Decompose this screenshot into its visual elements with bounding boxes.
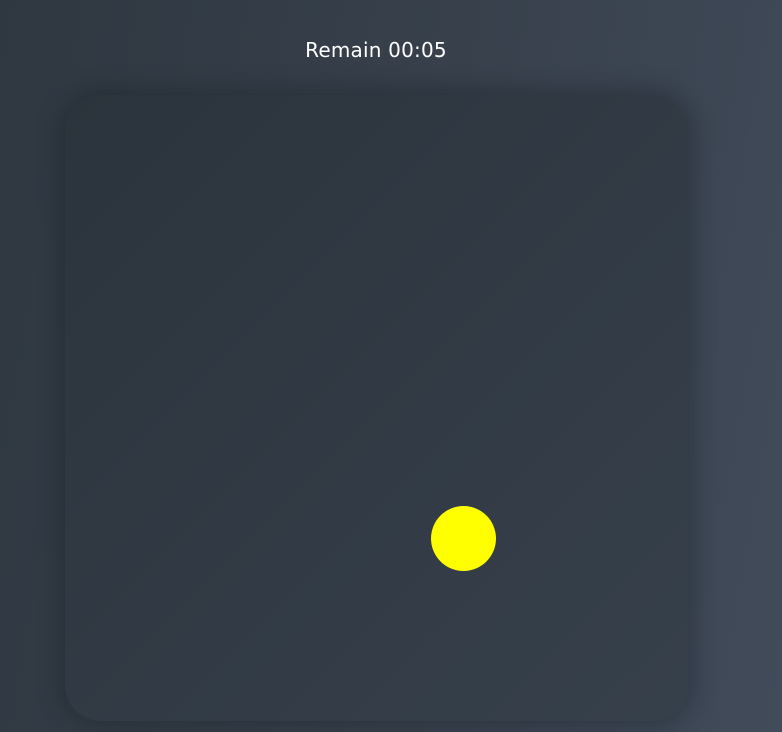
yellow-target-circle[interactable] [431,506,496,571]
remaining-time-label: Remain 00:05 [305,38,447,62]
game-board [65,95,688,721]
